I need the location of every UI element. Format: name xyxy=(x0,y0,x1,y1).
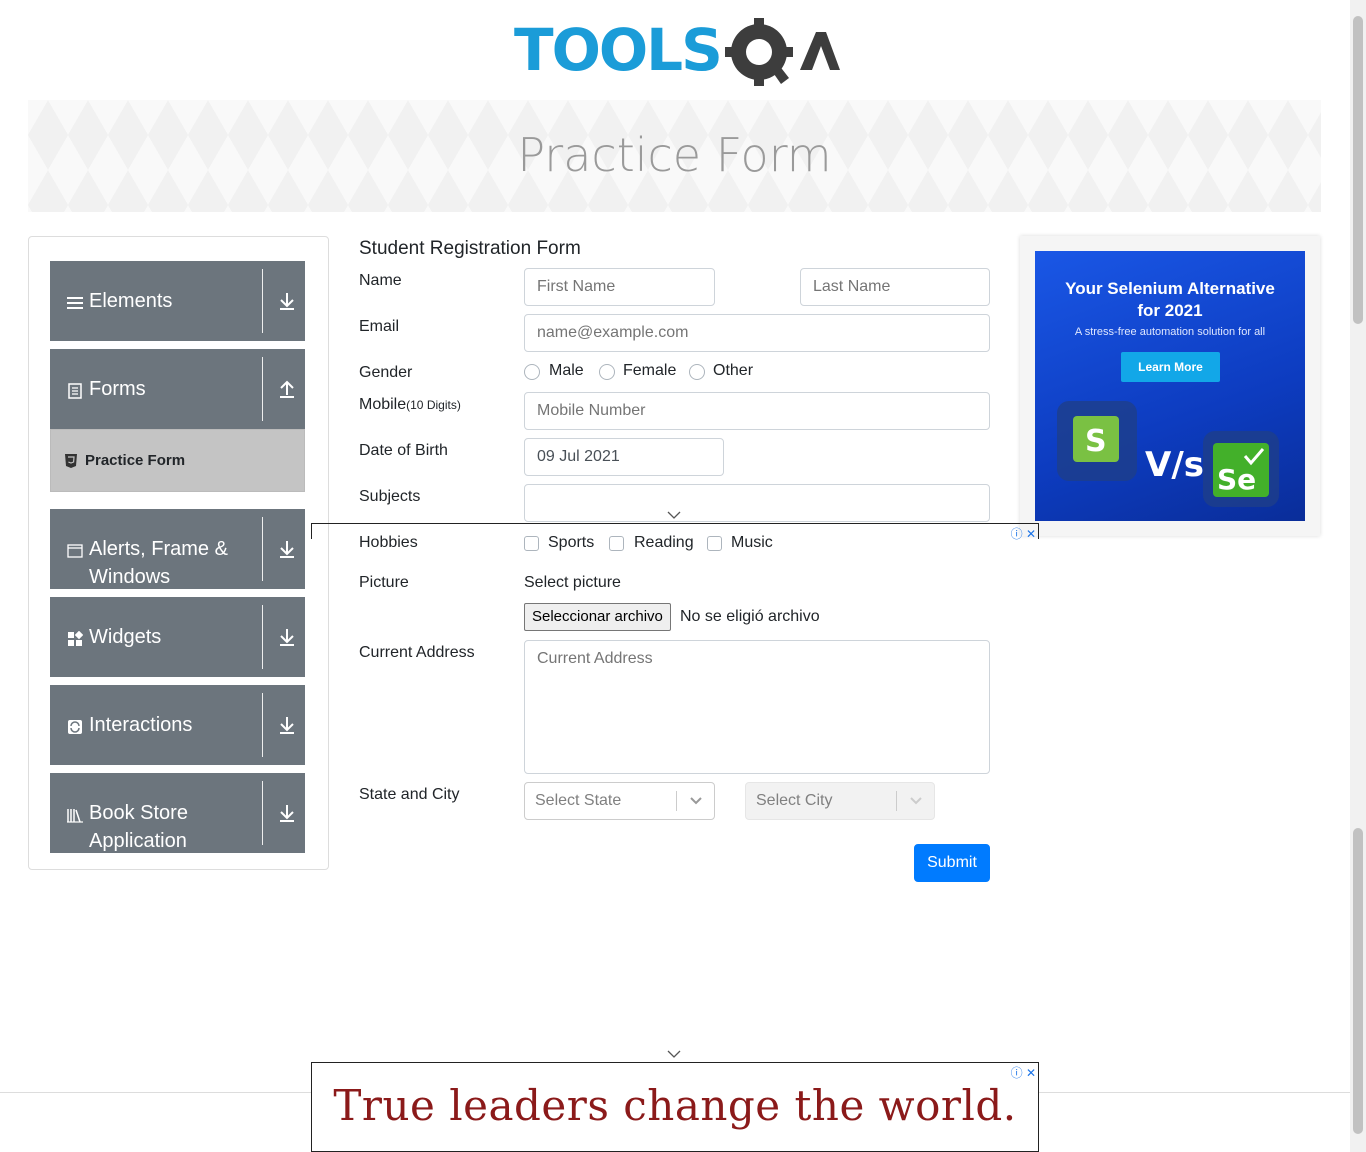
gender-label-female[interactable]: Female xyxy=(623,362,676,380)
svg-text:TOOLS: TOOLS xyxy=(514,16,721,84)
widgets-icon xyxy=(68,631,83,646)
divider xyxy=(262,693,263,757)
sidebar-group-forms[interactable]: Forms xyxy=(50,349,305,429)
ad-graphic: S V/s Se xyxy=(1057,401,1279,507)
advertisement-right[interactable]: Your Selenium Alternative for 2021 A str… xyxy=(1020,236,1320,536)
ad-banner[interactable]: Your Selenium Alternative for 2021 A str… xyxy=(1035,251,1305,521)
download-arrow-icon[interactable] xyxy=(278,539,296,559)
gender-radio-male[interactable] xyxy=(524,364,540,380)
subjects-input[interactable] xyxy=(524,484,990,522)
dob-input[interactable]: 09 Jul 2021 xyxy=(524,438,724,476)
current-address-textarea[interactable] xyxy=(524,640,990,774)
file-status: No se eligió archivo xyxy=(680,608,820,625)
sidebar-group-widgets[interactable]: Widgets xyxy=(50,597,305,677)
ad-right-logo: Se xyxy=(1217,463,1256,496)
city-placeholder: Select City xyxy=(756,792,833,809)
sidebar-group-interactions[interactable]: Interactions xyxy=(50,685,305,765)
first-name-input[interactable] xyxy=(524,268,715,306)
state-city-label: State and City xyxy=(359,786,460,803)
last-name-input[interactable] xyxy=(800,268,990,306)
window-icon xyxy=(67,544,83,558)
ad-choices-icon[interactable]: ⓘ ✕ xyxy=(1011,1064,1036,1081)
email-label: Email xyxy=(359,318,400,335)
sidebar-group-elements[interactable]: Elements xyxy=(50,261,305,341)
download-arrow-icon[interactable] xyxy=(278,627,296,647)
divider xyxy=(262,781,263,845)
mobile-label-text: Mobile xyxy=(359,396,407,413)
sidebar-group-label: Book Store Application xyxy=(89,802,188,852)
chevron-down-icon[interactable] xyxy=(667,511,681,519)
gender-label: Gender xyxy=(359,364,413,381)
email-input[interactable] xyxy=(524,314,990,352)
sidebar-group-alerts[interactable]: Alerts, Frame & Windows xyxy=(50,509,305,589)
ad-left-logo: S xyxy=(1085,424,1107,459)
divider xyxy=(262,517,263,581)
menu-icon xyxy=(67,297,83,309)
gender-label-male[interactable]: Male xyxy=(549,362,584,380)
sidebar-item-label: Practice Form xyxy=(85,452,186,469)
state-select[interactable]: Select State xyxy=(524,782,715,820)
choose-file-button[interactable]: Seleccionar archivo xyxy=(524,603,671,631)
page-scrollbar[interactable] xyxy=(1350,0,1366,1152)
download-arrow-icon[interactable] xyxy=(278,291,296,311)
download-arrow-icon[interactable] xyxy=(278,803,296,823)
ad-choices-icon[interactable]: ⓘ ✕ xyxy=(1011,525,1036,542)
interactions-icon xyxy=(68,720,82,734)
sidebar: Elements Forms Practice Form Alerts, Fra… xyxy=(28,236,329,870)
submit-button[interactable]: Submit xyxy=(914,844,990,882)
sidebar-group-label: Alerts, Frame & Windows xyxy=(89,538,228,588)
scrollbar-thumb[interactable] xyxy=(1353,828,1363,1134)
page-title: Practice Form xyxy=(517,128,832,182)
ad-vs-text: V/s xyxy=(1145,445,1204,485)
sidebar-group-bookstore[interactable]: Book Store Application xyxy=(50,773,305,853)
city-select[interactable]: Select City xyxy=(745,782,935,820)
divider xyxy=(262,269,263,333)
chevron-down-icon[interactable] xyxy=(689,796,703,806)
gender-radio-other[interactable] xyxy=(689,364,705,380)
subjects-label: Subjects xyxy=(359,488,421,505)
gender-label-other[interactable]: Other xyxy=(713,362,753,380)
mobile-hint: (10 Digits) xyxy=(406,398,461,412)
sidebar-group-label: Forms xyxy=(89,378,146,400)
picture-hint: Select picture xyxy=(524,574,621,591)
dob-label: Date of Birth xyxy=(359,442,448,459)
picture-label: Picture xyxy=(359,574,409,591)
document-icon xyxy=(68,383,82,399)
divider xyxy=(262,605,263,669)
divider xyxy=(676,791,677,811)
upload-arrow-icon[interactable] xyxy=(278,379,296,399)
overlay-ad-frame: ⓘ ✕ xyxy=(311,523,1039,542)
sidebar-item-practice-form[interactable]: Practice Form xyxy=(50,429,305,492)
download-arrow-icon[interactable] xyxy=(278,715,296,735)
gender-radio-female[interactable] xyxy=(599,364,615,380)
mobile-input[interactable] xyxy=(524,392,990,430)
page-banner: Practice Form xyxy=(28,100,1321,212)
form-title: Student Registration Form xyxy=(359,238,581,259)
bottom-ad-text: True leaders change the world. xyxy=(333,1081,1017,1130)
toolsqa-logo[interactable]: TOOLS xyxy=(514,14,840,92)
name-label: Name xyxy=(359,272,402,289)
html5-icon xyxy=(65,454,77,468)
chevron-down-icon[interactable] xyxy=(667,1050,681,1058)
sidebar-group-label: Interactions xyxy=(89,714,193,736)
chevron-down-icon[interactable] xyxy=(909,796,923,806)
sidebar-group-label: Elements xyxy=(89,290,173,312)
address-label: Current Address xyxy=(359,644,475,661)
mobile-label: Mobile(10 Digits) xyxy=(359,396,461,414)
divider xyxy=(896,791,897,811)
divider xyxy=(262,357,263,421)
advertisement-bottom[interactable]: True leaders change the world. ⓘ ✕ xyxy=(311,1062,1039,1152)
state-placeholder: Select State xyxy=(535,792,622,809)
bookstore-icon xyxy=(67,809,83,823)
scrollbar-thumb[interactable] xyxy=(1353,16,1363,324)
sidebar-group-label: Widgets xyxy=(89,626,162,648)
